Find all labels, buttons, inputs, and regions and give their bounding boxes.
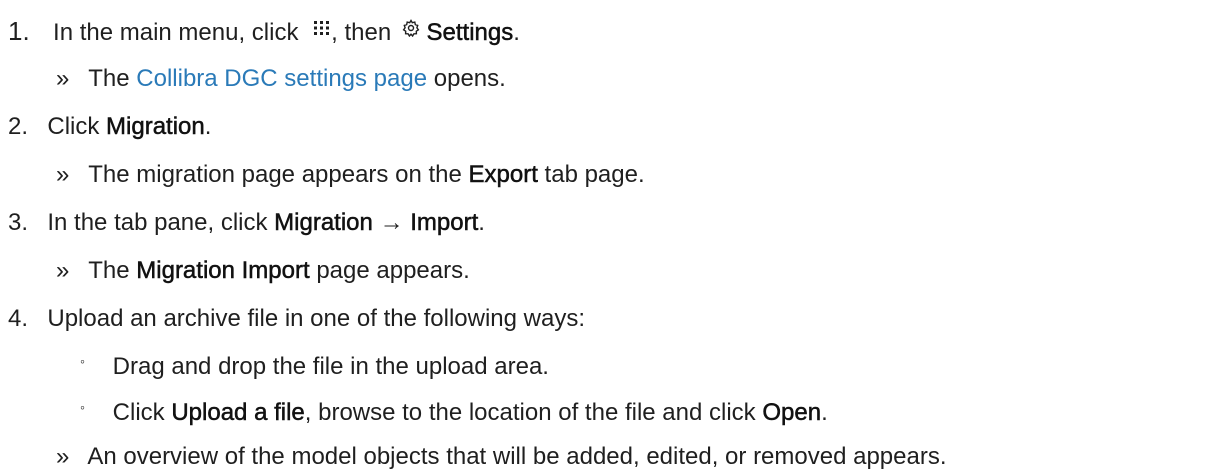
step-4-result: » An overview of the model objects that … xyxy=(56,440,947,474)
migration-label: Migration xyxy=(106,113,205,141)
step-text: . xyxy=(478,209,485,236)
sub-item-text: . xyxy=(821,399,828,426)
step-number: 3. xyxy=(8,209,29,236)
step-text: Click xyxy=(47,113,100,140)
bullet-marker: ◦ xyxy=(80,399,85,415)
step-text: , then xyxy=(331,19,392,46)
step-number: 4. xyxy=(8,305,29,332)
settings-gear-icon xyxy=(402,18,420,37)
settings-page-link[interactable]: Collibra DGC settings page xyxy=(136,65,427,92)
migration-import-label: Migration Import xyxy=(136,257,310,285)
step-text: . xyxy=(204,113,212,140)
step-4-sub-item: ◦ Click Upload a file, browse to the loc… xyxy=(80,396,828,430)
result-text: The migration page appears on the xyxy=(88,161,462,188)
step-1: 1. In the main menu, click , then Settin… xyxy=(8,14,520,48)
result-text: page appears. xyxy=(316,257,470,284)
step-text: Upload an archive file in one of the fol… xyxy=(47,305,586,332)
upload-file-label: Upload a file xyxy=(171,399,305,427)
step-text: In the main menu, click xyxy=(53,19,299,46)
step-4-sub-item: ◦ Drag and drop the file in the upload a… xyxy=(80,350,549,384)
step-number: 1. xyxy=(8,16,30,46)
step-number: 2. xyxy=(8,113,29,140)
result-marker: » xyxy=(56,161,70,188)
result-text: The xyxy=(88,65,130,92)
result-text: opens. xyxy=(433,65,506,92)
step-text: . xyxy=(513,19,520,46)
step-text: In the tab pane, click xyxy=(47,209,268,236)
bullet-marker: ◦ xyxy=(80,353,85,369)
migration-label: Migration xyxy=(274,209,373,237)
result-text: An overview of the model objects that wi… xyxy=(87,443,947,470)
result-text: tab page. xyxy=(544,161,645,188)
sub-item-text: , browse to the location of the file and… xyxy=(304,399,756,426)
result-text: The xyxy=(88,257,130,284)
arrow-glyph: → xyxy=(379,209,404,236)
result-marker: » xyxy=(56,257,70,284)
step-2-result: » The migration page appears on the Expo… xyxy=(56,158,645,192)
result-marker: » xyxy=(56,443,70,470)
settings-label: Settings xyxy=(426,19,514,47)
import-label: Import xyxy=(410,209,479,237)
step-2: 2. Click Migration. xyxy=(8,110,211,144)
sub-item-text: Click xyxy=(112,399,165,426)
step-4: 4. Upload an archive file in one of the … xyxy=(8,302,585,336)
step-1-result: » The Collibra DGC settings page opens. xyxy=(56,62,506,96)
sub-item-text: Drag and drop the file in the upload are… xyxy=(112,353,549,380)
step-3: 3. In the tab pane, click Migration → Im… xyxy=(8,206,485,240)
open-label: Open xyxy=(762,399,822,427)
export-label: Export xyxy=(468,161,538,189)
step-3-result: » The Migration Import page appears. xyxy=(56,254,470,288)
result-marker: » xyxy=(56,65,70,92)
grid-menu-icon xyxy=(313,20,331,36)
